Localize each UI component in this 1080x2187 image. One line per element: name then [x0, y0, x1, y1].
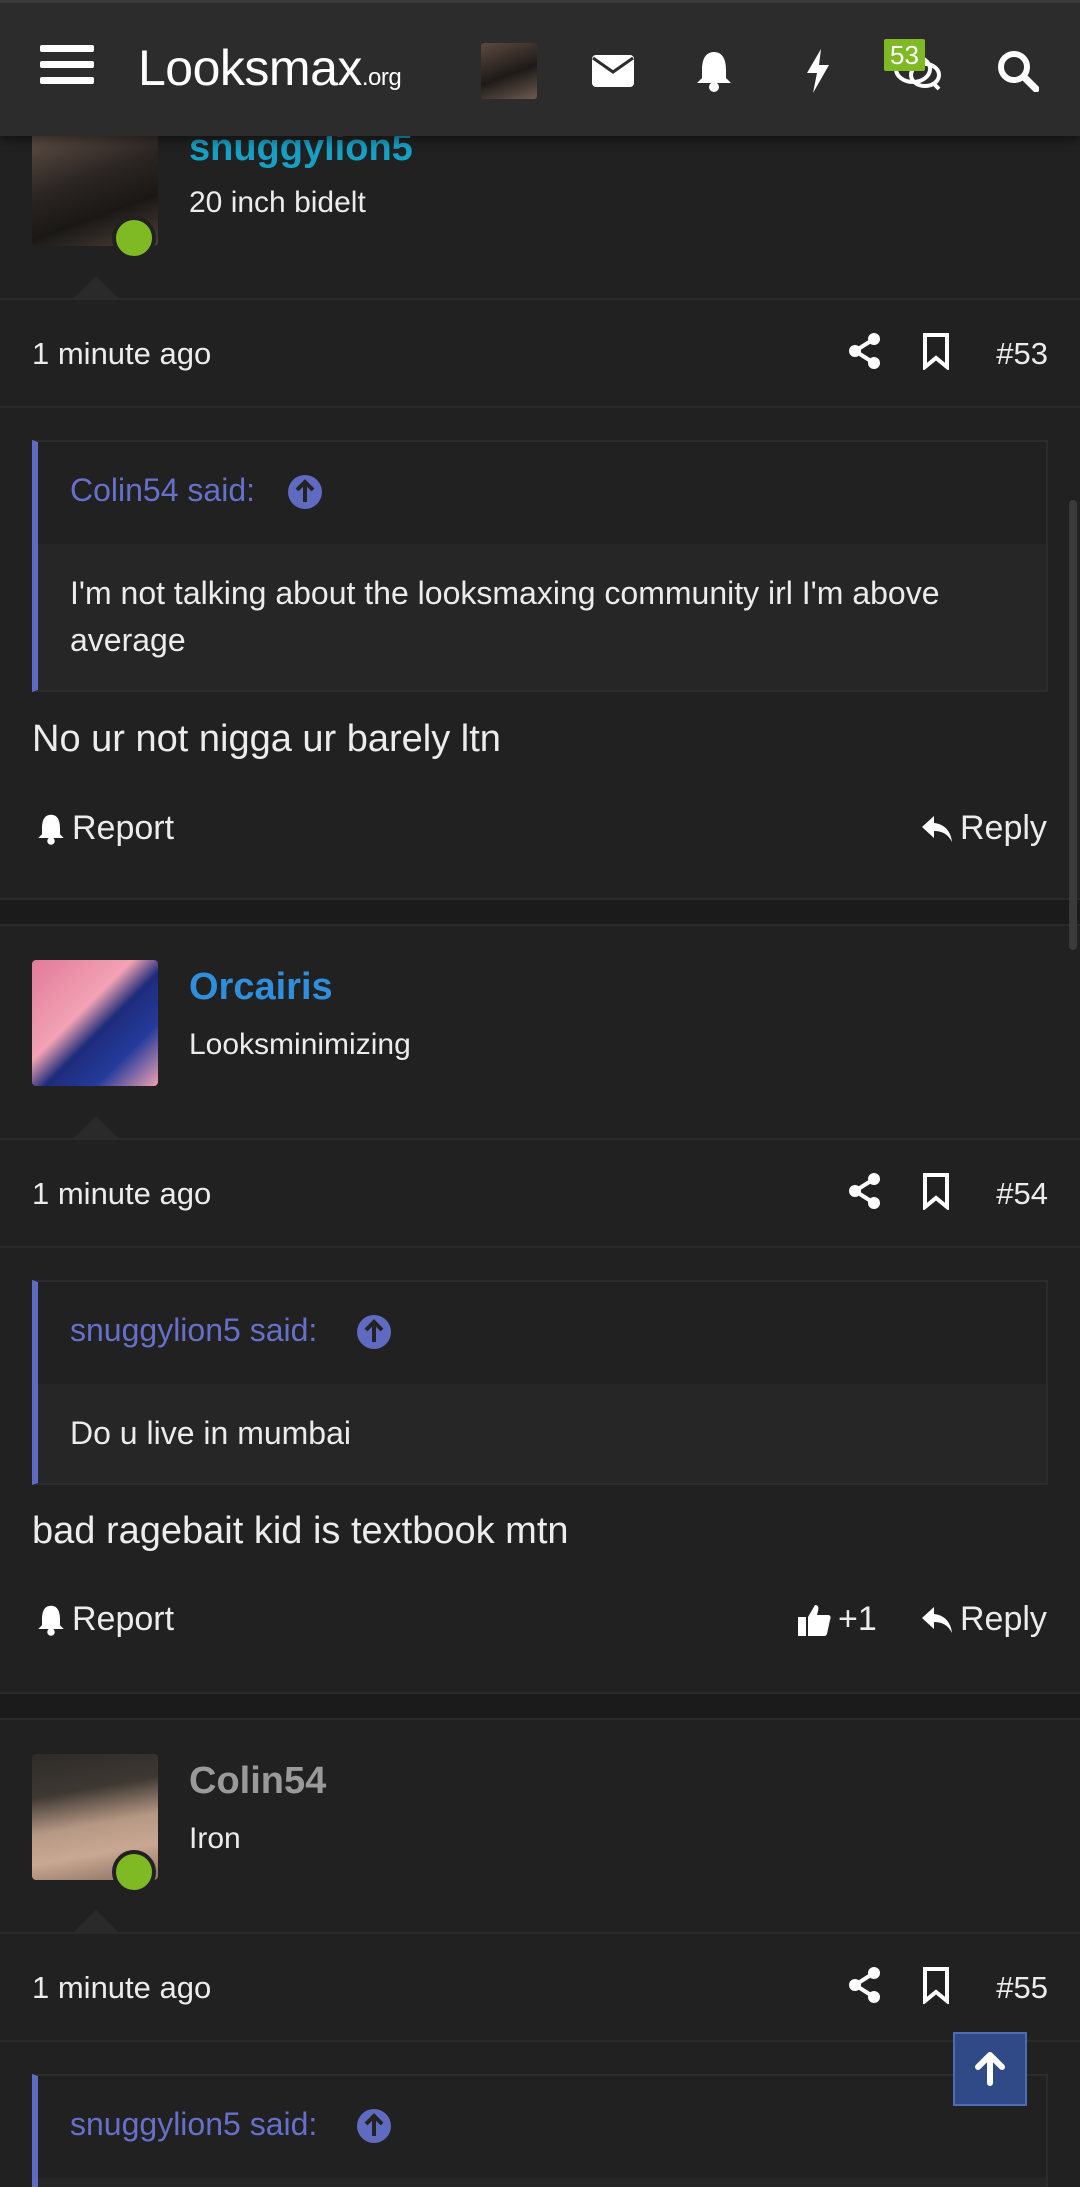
report-button[interactable]: Report: [36, 809, 174, 848]
quote-author[interactable]: snuggylion5 said:: [70, 1312, 317, 1349]
quote-text: Do u live in mumbai: [70, 1415, 351, 1451]
quote-text: I'm not talking about the looksmaxing co…: [70, 575, 940, 658]
post-timestamp[interactable]: 1 minute ago: [32, 1970, 211, 2006]
post-timestamp[interactable]: 1 minute ago: [32, 1176, 211, 1212]
post-actions: Report +1 Reply: [0, 1596, 1080, 1656]
reply-button[interactable]: Reply: [920, 809, 1047, 848]
bell-icon[interactable]: [686, 43, 742, 99]
reply-icon: [922, 1606, 952, 1633]
menu-icon[interactable]: [40, 45, 94, 93]
post-user-block: Colin54 Iron: [0, 1720, 1080, 1934]
lightning-icon[interactable]: [790, 43, 846, 99]
post-body: No ur not nigga ur barely ltn: [32, 718, 501, 760]
user-title: 20 inch bidelt: [189, 186, 366, 219]
share-icon[interactable]: [848, 1172, 882, 1215]
reply-icon: [922, 815, 952, 842]
user-title: Looksminimizing: [189, 1028, 411, 1061]
scrollbar[interactable]: [1069, 500, 1077, 950]
arrow-up-circle-icon[interactable]: [356, 1314, 392, 1355]
thumbs-up-icon: [798, 1604, 831, 1636]
user-block-pointer: [72, 276, 120, 300]
post-separator: [0, 898, 1080, 926]
online-indicator: [112, 216, 156, 260]
post-actions: Report Reply: [0, 805, 1080, 865]
quote-header[interactable]: snuggylion5 said:: [38, 2076, 1046, 2178]
username[interactable]: Orcairis: [189, 966, 333, 1009]
post: Orcairis Looksminimizing 1 minute ago #5…: [0, 926, 1080, 1692]
post: Colin54 Iron 1 minute ago #55 snuggylion…: [0, 1720, 1080, 2187]
share-icon[interactable]: [848, 1966, 882, 2009]
user-title: Iron: [189, 1822, 241, 1855]
arrow-up-icon: [975, 2052, 1005, 2086]
quote-author[interactable]: Colin54 said:: [70, 472, 255, 509]
bookmark-icon[interactable]: [922, 332, 950, 375]
quote-header[interactable]: snuggylion5 said:: [38, 1282, 1046, 1384]
post-number[interactable]: #53: [996, 336, 1048, 372]
username[interactable]: Colin54: [189, 1760, 326, 1803]
report-button[interactable]: Report: [36, 1600, 174, 1639]
bookmark-icon[interactable]: [922, 1966, 950, 2009]
online-indicator: [112, 1850, 156, 1894]
post-separator: [0, 1692, 1080, 1720]
quote-block: Colin54 said: I'm not talking about the …: [32, 440, 1048, 692]
post-number[interactable]: #54: [996, 1176, 1048, 1212]
share-icon[interactable]: [848, 332, 882, 375]
reply-button[interactable]: Reply: [920, 1600, 1047, 1639]
quote-header[interactable]: Colin54 said:: [38, 442, 1046, 544]
search-icon[interactable]: [990, 43, 1046, 99]
bell-icon: [38, 814, 64, 845]
bookmark-icon[interactable]: [922, 1172, 950, 1215]
post-timestamp[interactable]: 1 minute ago: [32, 336, 211, 372]
like-count: +1: [838, 1600, 877, 1638]
post-body: bad ragebait kid is textbook mtn: [32, 1510, 569, 1552]
post-meta-bar: 1 minute ago #54: [0, 1140, 1080, 1248]
quote-block: snuggylion5 said: Do u live in mumbai: [32, 1280, 1048, 1485]
account-avatar[interactable]: [481, 43, 537, 99]
quote-block: snuggylion5 said:: [32, 2074, 1048, 2187]
arrow-up-circle-icon[interactable]: [356, 2108, 392, 2149]
like-button[interactable]: +1: [796, 1600, 877, 1639]
user-block-pointer: [72, 1116, 120, 1140]
avatar[interactable]: [32, 960, 158, 1086]
site-logo[interactable]: Looksmax.org: [138, 39, 402, 97]
user-block-pointer: [72, 1910, 120, 1934]
quote-author[interactable]: snuggylion5 said:: [70, 2106, 317, 2143]
post-meta-bar: 1 minute ago #55: [0, 1934, 1080, 2042]
bell-icon: [38, 1605, 64, 1636]
top-navigation-bar: Looksmax.org 53: [0, 0, 1080, 136]
conversations-badge: 53: [884, 39, 925, 71]
envelope-icon[interactable]: [585, 43, 641, 99]
post-number[interactable]: #55: [996, 1970, 1048, 2006]
post-meta-bar: 1 minute ago #53: [0, 300, 1080, 408]
scroll-to-top-button[interactable]: [953, 2032, 1027, 2106]
post-user-block: Orcairis Looksminimizing: [0, 926, 1080, 1140]
arrow-up-circle-icon[interactable]: [287, 474, 323, 515]
